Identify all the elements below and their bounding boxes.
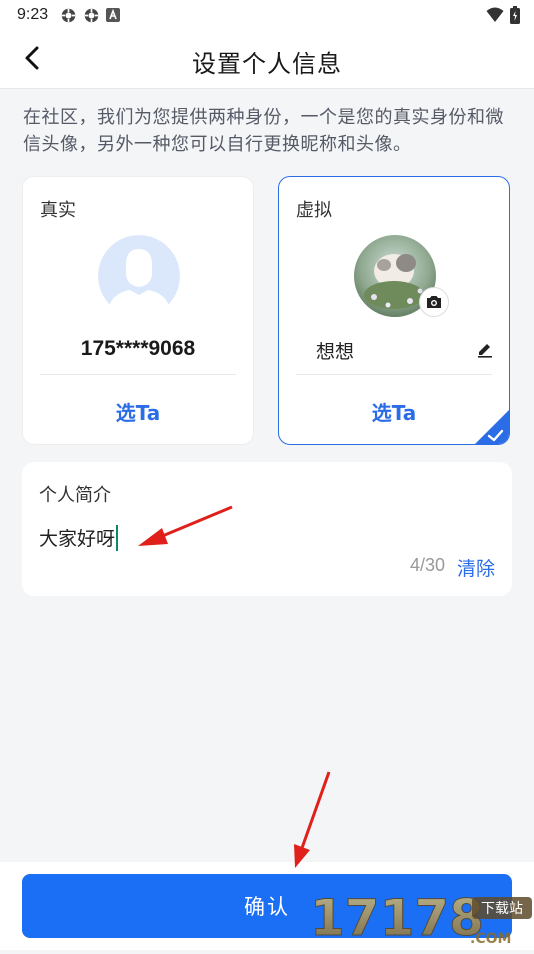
status-bar: 9:23 bbox=[0, 0, 534, 30]
real-phone-number: 175****9068 bbox=[80, 337, 196, 360]
virtual-nickname: 想想 bbox=[316, 341, 355, 363]
target-icon bbox=[84, 8, 99, 22]
status-icons bbox=[60, 7, 121, 24]
status-right-icons bbox=[486, 6, 520, 24]
real-card-label: 真实 bbox=[40, 200, 76, 221]
app-header: 设置个人信息 bbox=[0, 30, 534, 89]
selected-check-icon bbox=[475, 410, 509, 444]
default-avatar-icon bbox=[98, 235, 180, 317]
wifi-icon bbox=[486, 7, 504, 22]
bio-input[interactable]: 大家好呀 bbox=[39, 524, 119, 551]
page-title: 设置个人信息 bbox=[192, 50, 342, 78]
bio-value: 大家好呀 bbox=[39, 528, 116, 550]
bio-label: 个人简介 bbox=[39, 485, 111, 506]
camera-icon[interactable] bbox=[419, 287, 449, 317]
svg-text:.COM: .COM bbox=[470, 931, 511, 947]
notification-a-icon bbox=[106, 8, 121, 22]
card-divider bbox=[40, 374, 236, 375]
card-divider bbox=[296, 374, 492, 375]
intro-text: 在社区，我们为您提供两种身份，一个是您的真实身份和微信头像，另外一种您可以自行更… bbox=[23, 107, 504, 155]
bio-panel: 个人简介 大家好呀 4/30 清除 bbox=[22, 462, 512, 596]
bio-char-count: 4/30 bbox=[409, 555, 445, 575]
real-identity-card[interactable]: 真实 175****9068 选Ta bbox=[22, 176, 254, 445]
status-time: 9:23 bbox=[17, 6, 49, 23]
virtual-card-label: 虚拟 bbox=[296, 200, 332, 221]
target-icon bbox=[61, 8, 76, 22]
choose-real-button[interactable]: 选Ta bbox=[23, 397, 253, 426]
svg-text:17178: 17178 bbox=[310, 889, 484, 947]
edit-pencil-icon[interactable] bbox=[476, 340, 494, 358]
battery-icon bbox=[510, 6, 520, 24]
annotation-arrow-confirm bbox=[294, 771, 331, 868]
text-caret bbox=[116, 524, 119, 551]
svg-text:下载站: 下载站 bbox=[481, 901, 523, 917]
clear-button[interactable]: 清除 bbox=[457, 554, 495, 581]
watermark-logo: 17178 .COM 下载站 bbox=[310, 885, 534, 950]
virtual-identity-card[interactable]: 虚拟 想想 选Ta bbox=[278, 176, 510, 445]
